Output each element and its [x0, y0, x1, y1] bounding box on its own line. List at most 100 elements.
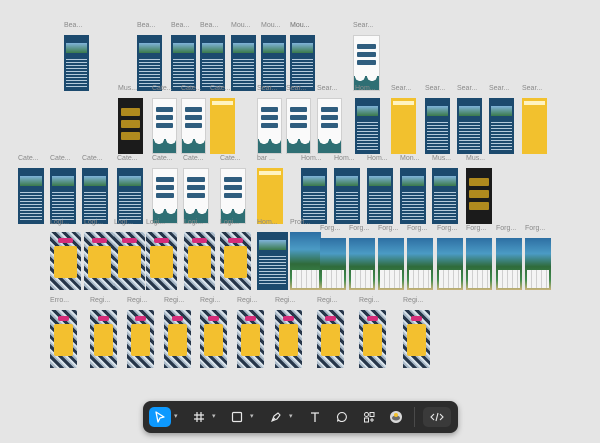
frame-island[interactable] — [525, 238, 551, 290]
frame-beach[interactable] — [50, 168, 76, 224]
frame-beach[interactable] — [117, 168, 143, 224]
frame-beach[interactable] — [137, 35, 162, 91]
frame-white[interactable] — [152, 168, 178, 224]
frame-white[interactable] — [183, 168, 209, 224]
frame-island[interactable] — [378, 238, 404, 290]
frame-beach[interactable] — [18, 168, 44, 224]
frame-island[interactable] — [496, 238, 522, 290]
comment-tool-button[interactable] — [332, 407, 352, 427]
frame-pattern[interactable] — [220, 232, 251, 290]
frame-label[interactable]: Hom... — [334, 154, 355, 163]
frame-label[interactable]: Mus... — [118, 84, 137, 93]
frame-beach[interactable] — [261, 35, 286, 91]
frame-label[interactable]: Mou... — [290, 21, 309, 30]
frame-white[interactable] — [152, 98, 177, 154]
frame-label[interactable]: Logi... — [146, 218, 165, 227]
frame-island[interactable] — [407, 238, 433, 290]
frame-yellow[interactable] — [257, 168, 283, 224]
frame-pattern[interactable] — [127, 310, 154, 368]
frame-pattern[interactable] — [317, 310, 344, 368]
frame-pattern[interactable] — [90, 310, 117, 368]
frame-label[interactable]: bar ... — [257, 154, 275, 163]
frame-label[interactable]: Erro... — [50, 296, 69, 305]
actions-tool-button[interactable] — [359, 407, 379, 427]
frame-label[interactable]: Mus... — [432, 154, 451, 163]
frame-label[interactable]: Forg... — [378, 224, 398, 233]
frame-label[interactable]: Hom... — [301, 154, 322, 163]
frame-label[interactable]: Cate... — [82, 154, 103, 163]
frame-label[interactable]: Bea... — [200, 21, 218, 30]
frame-label[interactable]: Bea... — [64, 21, 82, 30]
frame-dark[interactable] — [466, 168, 492, 224]
frame-label[interactable]: Cate... — [117, 154, 138, 163]
frame-label[interactable]: Cate... — [18, 154, 39, 163]
frame-label[interactable]: Cate... — [183, 154, 204, 163]
frame-tool-button[interactable] — [189, 407, 209, 427]
frame-island[interactable] — [320, 238, 346, 290]
frame-label[interactable]: Regi... — [317, 296, 337, 305]
frame-label[interactable]: Regi... — [127, 296, 147, 305]
frame-label[interactable]: Regi... — [275, 296, 295, 305]
frame-label[interactable]: Regi... — [359, 296, 379, 305]
frame-pattern[interactable] — [164, 310, 191, 368]
frame-label[interactable]: Mon... — [400, 154, 419, 163]
frame-label[interactable]: Sear... — [317, 84, 337, 93]
frame-beach[interactable] — [200, 35, 225, 91]
frame-yellow[interactable] — [522, 98, 547, 154]
frame-label[interactable]: Logi... — [184, 218, 203, 227]
frame-label[interactable]: Forg... — [320, 224, 340, 233]
frame-label[interactable]: Mou... — [261, 21, 280, 30]
frame-beach[interactable] — [171, 35, 196, 91]
frame-pattern[interactable] — [359, 310, 386, 368]
frame-pattern[interactable] — [50, 310, 77, 368]
frame-island[interactable] — [290, 232, 321, 290]
frame-beach[interactable] — [231, 35, 256, 91]
frame-label[interactable]: Cate... — [210, 84, 231, 93]
frame-beach[interactable] — [425, 98, 450, 154]
pen-tool-caret-icon[interactable]: ▾ — [289, 413, 294, 420]
frame-pattern[interactable] — [114, 232, 145, 290]
shape-tool-button[interactable] — [227, 407, 247, 427]
frame-label[interactable]: Logi... — [114, 218, 133, 227]
frame-label[interactable]: Cate... — [50, 154, 71, 163]
frame-white[interactable] — [353, 35, 380, 91]
frame-white[interactable] — [286, 98, 311, 154]
frame-label[interactable]: Regi... — [200, 296, 220, 305]
frame-beach[interactable] — [489, 98, 514, 154]
frame-label[interactable]: Sear... — [286, 84, 306, 93]
frame-label[interactable]: Sear... — [489, 84, 509, 93]
frame-label[interactable]: Regi... — [164, 296, 184, 305]
frame-beach[interactable] — [432, 168, 458, 224]
frame-beach[interactable] — [400, 168, 426, 224]
frame-label[interactable]: Cate... — [220, 154, 241, 163]
frame-label[interactable]: Mus... — [466, 154, 485, 163]
frame-beach[interactable] — [355, 98, 380, 154]
frame-dark[interactable] — [118, 98, 143, 154]
frame-label[interactable]: Forg... — [407, 224, 427, 233]
frame-beach[interactable] — [290, 35, 315, 91]
frame-yellow[interactable] — [210, 98, 235, 154]
frame-pattern[interactable] — [237, 310, 264, 368]
frame-tool-caret-icon[interactable]: ▾ — [212, 413, 217, 420]
design-canvas[interactable]: Bea... Bea... Bea... Bea... Mou... Mou... Mou.… — [0, 0, 600, 443]
frame-label[interactable]: Sear... — [425, 84, 445, 93]
frame-label[interactable]: Logi... — [84, 218, 103, 227]
frame-beach[interactable] — [301, 168, 327, 224]
frame-label[interactable]: Sear... — [457, 84, 477, 93]
frame-label[interactable]: Sear... — [522, 84, 542, 93]
frame-label[interactable]: Forg... — [466, 224, 486, 233]
text-tool-button[interactable] — [305, 407, 325, 427]
frame-label[interactable]: Sear... — [391, 84, 411, 93]
frame-beach[interactable] — [367, 168, 393, 224]
frame-label[interactable]: Bea... — [137, 21, 155, 30]
frame-white[interactable] — [317, 98, 342, 154]
frame-label[interactable]: Logi... — [50, 218, 69, 227]
frame-white[interactable] — [181, 98, 206, 154]
frame-beach[interactable] — [257, 232, 288, 290]
frame-beach[interactable] — [457, 98, 482, 154]
frame-label[interactable]: Forg... — [349, 224, 369, 233]
frame-island[interactable] — [466, 238, 492, 290]
pen-tool-button[interactable] — [266, 407, 286, 427]
frame-label[interactable]: Cate... — [152, 84, 173, 93]
frame-label[interactable]: Profi... — [290, 218, 310, 227]
